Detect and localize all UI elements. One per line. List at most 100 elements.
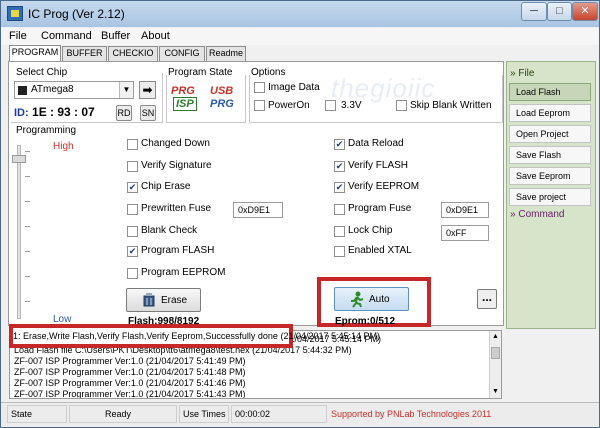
chip-icon — [18, 86, 27, 95]
sidebar-item-load-eeprom[interactable]: Load Eeprom — [509, 104, 591, 122]
programming-left-option-label: Program EEPROM — [141, 267, 226, 278]
programming-left-option-checkbox[interactable] — [127, 161, 138, 172]
programming-right-option-checkbox[interactable] — [334, 204, 345, 215]
log-line: ZF-007 ISP Programmer Ver:1.0 (21/04/201… — [14, 378, 246, 388]
sidebar-item-load-flash[interactable]: Load Flash — [509, 83, 591, 101]
slider-tick — [25, 176, 30, 177]
minimize-button[interactable]: ─ — [521, 2, 547, 21]
log-highlight-text: 1: Erase,Write Flash,Verify Flash,Verify… — [13, 331, 381, 341]
programming-right-option-checkbox[interactable] — [334, 226, 345, 237]
sn-button[interactable]: SN — [140, 105, 156, 121]
chevron-down-icon[interactable]: ▼ — [119, 82, 133, 98]
menu-file[interactable]: File — [9, 30, 27, 42]
log-scrollbar[interactable]: ▲ ▼ — [489, 331, 501, 398]
speed-slider-thumb[interactable] — [12, 155, 26, 163]
tab-program[interactable]: PROGRAM — [9, 45, 61, 62]
sidebar-item-save-eeprom[interactable]: Save Eeprom — [509, 167, 591, 185]
menu-buffer[interactable]: Buffer — [101, 30, 130, 42]
programming-left-option-checkbox[interactable] — [127, 268, 138, 279]
more-button[interactable]: ... — [477, 289, 497, 309]
title-bar[interactable]: IC Prog (Ver 2.12) ─ □ ✕ — [1, 1, 599, 27]
log-line: ZF-007 ISP Programmer Ver:1.0 (21/04/201… — [14, 389, 246, 399]
programming-right-option-checkbox[interactable]: ✔ — [334, 139, 345, 150]
speed-slider-track[interactable] — [17, 145, 21, 319]
status-bar: State Ready Use Times 00:00:02 Supported… — [1, 402, 599, 426]
poweron-label: PowerOn — [268, 100, 310, 111]
rd-button[interactable]: RD — [116, 105, 132, 121]
program-fuse-field[interactable]: 0xD9E1 — [441, 202, 489, 218]
programming-left-option-checkbox[interactable] — [127, 204, 138, 215]
image-data-checkbox[interactable] — [254, 82, 265, 93]
speed-high-label: High — [53, 141, 74, 152]
programming-left-option-label: Blank Check — [141, 225, 198, 236]
3v3-checkbox[interactable] — [325, 100, 336, 111]
status-state-value: Ready — [69, 405, 177, 423]
sidebar-command-header-label: Command — [518, 209, 565, 220]
isp-logo-top: PRG — [171, 85, 195, 97]
tab-buffer[interactable]: BUFFER — [62, 46, 107, 61]
sidebar-item-save-flash[interactable]: Save Flash — [509, 146, 591, 164]
programming-right-option-checkbox[interactable]: ✔ — [334, 182, 345, 193]
erase-button[interactable]: Erase — [126, 288, 201, 312]
poweron-checkbox[interactable] — [254, 100, 265, 111]
programming-left-option-label: Changed Down — [141, 138, 210, 149]
programming-left-option-checkbox[interactable]: ✔ — [127, 246, 138, 257]
programming-left-option-label: Prewritten Fuse — [141, 203, 212, 214]
window-title: IC Prog (Ver 2.12) — [28, 7, 125, 21]
app-icon — [7, 6, 23, 21]
skip-blank-checkbox[interactable] — [396, 100, 407, 111]
scroll-down-icon[interactable]: ▼ — [491, 388, 500, 396]
lock-chip-field[interactable]: 0xFF — [441, 225, 489, 241]
menu-command[interactable]: Command — [41, 30, 92, 42]
isp-logo-bottom: ISP — [173, 97, 197, 111]
programming-right-option-label: Verify EEPROM — [348, 181, 420, 192]
programming-label: Programming — [16, 125, 77, 136]
slider-tick — [25, 251, 30, 252]
programming-left-option-label: Chip Erase — [141, 181, 191, 192]
scroll-up-icon[interactable]: ▲ — [491, 333, 500, 341]
menu-about[interactable]: About — [141, 30, 170, 42]
running-man-icon — [351, 291, 364, 308]
auto-button[interactable]: Auto — [334, 287, 409, 311]
programming-right-option-label: Lock Chip — [348, 225, 393, 236]
prewritten-fuse-field[interactable]: 0xD9E1 — [233, 202, 283, 218]
chip-id-label: ID: — [14, 107, 29, 119]
skip-blank-label: Skip Blank Written — [410, 100, 492, 111]
sidebar-command-header[interactable]: » Command — [510, 209, 564, 220]
programming-left-option-checkbox[interactable] — [127, 139, 138, 150]
close-button[interactable]: ✕ — [572, 2, 598, 21]
sidebar-item-save-project[interactable]: Save project — [509, 188, 591, 206]
programming-right-option-label: Data Reload — [348, 138, 404, 149]
maximize-button[interactable]: □ — [547, 2, 572, 21]
status-state-label: State — [7, 405, 67, 423]
sidebar-file-header[interactable]: » File — [510, 68, 534, 79]
programming-right-option-checkbox[interactable]: ✔ — [334, 161, 345, 172]
slider-tick — [25, 276, 30, 277]
log-line: ZF-007 ISP Programmer Ver:1.0 (21/04/201… — [14, 367, 246, 377]
programming-left-option-checkbox[interactable]: ✔ — [127, 182, 138, 193]
tab-config[interactable]: CONFIG — [159, 46, 205, 61]
image-data-label: Image Data — [268, 82, 320, 93]
log-line: ZF-007 ISP Programmer Ver:1.0 (21/04/201… — [14, 356, 246, 366]
tab-readme[interactable]: Readme — [206, 46, 246, 61]
eprom-count: Eprom:0/512 — [335, 316, 396, 327]
main-window: IC Prog (Ver 2.12) ─ □ ✕ File Command Bu… — [0, 0, 600, 428]
slider-tick — [25, 301, 30, 302]
arrow-right-button[interactable]: ➡ — [139, 81, 156, 99]
sidebar-item-open-project[interactable]: Open Project — [509, 125, 591, 143]
programming-right-option-checkbox[interactable] — [334, 246, 345, 257]
status-credit: Supported by PNLab Technologies 2011 — [331, 409, 492, 419]
sidebar-file-header-label: File — [518, 68, 535, 79]
slider-tick — [25, 226, 30, 227]
chip-select[interactable]: ATmega8 ▼ — [14, 81, 134, 99]
erase-button-label: Erase — [161, 295, 188, 306]
slider-tick — [25, 151, 30, 152]
status-time-value: 00:00:02 — [231, 405, 327, 423]
usb-logo-bottom: PRG — [210, 98, 234, 110]
programming-left-option-checkbox[interactable] — [127, 226, 138, 237]
tab-checkio[interactable]: CHECKIO — [108, 46, 158, 61]
status-time-label: Use Times — [179, 405, 229, 423]
scroll-thumb[interactable] — [491, 347, 500, 359]
programming-right-option-label: Verify FLASH — [348, 160, 409, 171]
usb-logo-top: USB — [210, 85, 234, 97]
